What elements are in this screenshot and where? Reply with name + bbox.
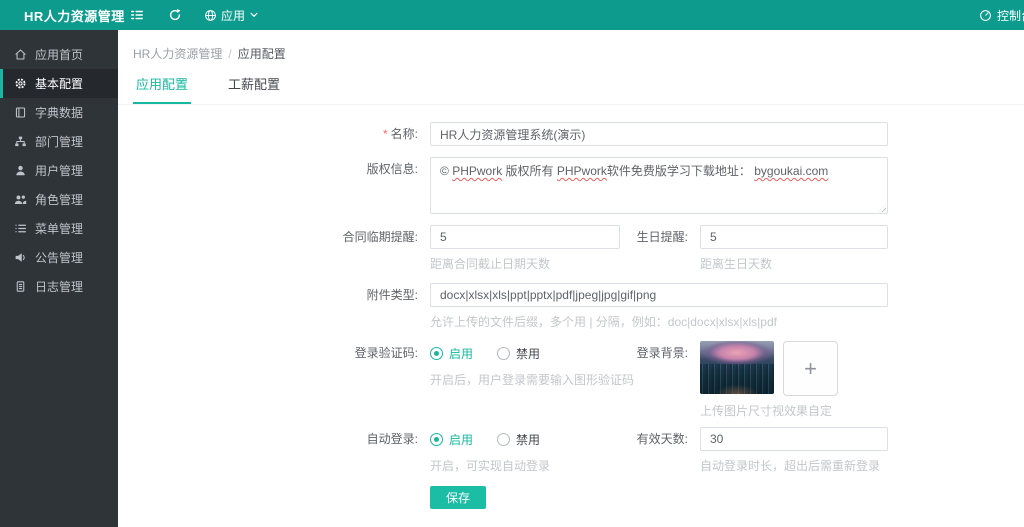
top-bar: HR人力资源管理 应用 控制台 xyxy=(0,0,1024,30)
required-mark: * xyxy=(382,127,388,141)
sidebar: 应用首页 基本配置 字典数据 部门管理 用户管理 角色管理 菜单管理 公告管理 … xyxy=(0,30,118,527)
copyright-textarea[interactable]: © PHPwork 版权所有 PHPwork软件免费版学习下载地址： bygou… xyxy=(430,157,888,214)
radio-dot-icon xyxy=(430,432,443,446)
plus-icon: + xyxy=(804,355,817,381)
login-background-thumbnail[interactable] xyxy=(700,341,774,394)
copyright-text: © xyxy=(440,164,453,178)
name-field-label: * 名称: xyxy=(382,127,418,141)
chevron-down-icon xyxy=(249,10,259,20)
tab-salary-config[interactable]: 工薪配置 xyxy=(225,74,283,104)
birthday-reminder-input[interactable] xyxy=(700,225,888,249)
sidebar-item-label: 基本配置 xyxy=(35,77,84,91)
sidebar-item-label: 用户管理 xyxy=(35,164,84,178)
sidebar-item-app-home[interactable]: 应用首页 xyxy=(0,40,118,69)
sitemap-icon xyxy=(13,135,27,149)
auto-login-help: 开启，可实现自动登录 xyxy=(430,459,551,473)
sidebar-item-user-mgmt[interactable]: 用户管理 xyxy=(0,156,118,185)
login-captcha-help: 开启后，用户登录需要输入图形验证码 xyxy=(430,373,635,387)
copyright-text-misspelled: bygoukai.com xyxy=(754,164,829,178)
tab-bar: 应用配置 工薪配置 xyxy=(118,74,1024,105)
tab-app-config[interactable]: 应用配置 xyxy=(133,74,192,104)
copyright-text-misspelled: PHPwork xyxy=(452,164,503,178)
textarea-resize-handle[interactable] xyxy=(878,204,886,212)
birthday-reminder-label: 生日提醒: xyxy=(636,230,688,244)
refresh-button[interactable] xyxy=(156,0,194,30)
speaker-icon xyxy=(13,251,27,265)
valid-days-input[interactable] xyxy=(700,427,888,451)
contract-reminder-help: 距离合同截止日期天数 xyxy=(430,257,551,271)
valid-days-help: 自动登录时长，超出后需重新登录 xyxy=(700,459,881,473)
captcha-disable-radio[interactable]: 禁用 xyxy=(497,345,540,362)
sidebar-item-label: 应用首页 xyxy=(35,48,84,62)
globe-icon xyxy=(204,9,217,22)
console-label: 控制台 xyxy=(996,8,1024,23)
sidebar-item-label: 部门管理 xyxy=(35,135,84,149)
save-button[interactable]: 保存 xyxy=(430,486,486,509)
config-form: *名称: 版权信息: © PHPwork 版权所有 PHPwork软件免费版学习… xyxy=(118,122,1024,509)
app-menu-label: 应用 xyxy=(221,8,246,23)
upload-image-button[interactable]: + xyxy=(783,341,838,396)
sidebar-item-announcement-mgmt[interactable]: 公告管理 xyxy=(0,243,118,272)
auto-login-radio-group: 启用 禁用 xyxy=(430,427,620,451)
users-icon xyxy=(13,193,27,207)
sidebar-item-label: 日志管理 xyxy=(35,280,84,294)
sidebar-item-label: 菜单管理 xyxy=(35,222,84,236)
user-icon xyxy=(13,164,27,178)
copyright-field-label: 版权信息: xyxy=(366,162,418,176)
login-captcha-radio-group: 启用 禁用 xyxy=(430,341,620,365)
attachment-types-help: 允许上传的文件后缀，多个用 | 分隔，例如：doc|docx|xlsx|xls|… xyxy=(430,315,777,329)
autologin-enable-radio[interactable]: 启用 xyxy=(430,431,473,448)
sidebar-item-department-mgmt[interactable]: 部门管理 xyxy=(0,127,118,156)
home-icon xyxy=(13,48,27,62)
list-icon xyxy=(13,222,27,236)
refresh-icon xyxy=(168,8,182,22)
sidebar-item-dictionary-data[interactable]: 字典数据 xyxy=(0,98,118,127)
contract-reminder-label: 合同临期提醒: xyxy=(342,230,418,244)
gear-icon xyxy=(13,77,27,91)
contract-reminder-input[interactable] xyxy=(430,225,620,249)
attachment-types-input[interactable] xyxy=(430,283,888,307)
autologin-disable-radio[interactable]: 禁用 xyxy=(497,431,540,448)
log-icon xyxy=(13,280,27,294)
breadcrumb-parent[interactable]: HR人力资源管理 xyxy=(133,47,222,61)
birthday-reminder-help: 距离生日天数 xyxy=(700,257,773,271)
radio-dot-icon xyxy=(430,346,443,360)
app-title: HR人力资源管理 xyxy=(24,8,125,24)
sidebar-item-label: 角色管理 xyxy=(35,193,84,207)
login-background-help: 上传图片尺寸视效果自定 xyxy=(700,404,833,418)
sidebar-item-label: 字典数据 xyxy=(35,106,84,120)
app-menu[interactable]: 应用 xyxy=(194,0,269,30)
breadcrumb: HR人力资源管理 / 应用配置 xyxy=(118,30,1024,62)
login-background-label: 登录背景: xyxy=(636,346,688,360)
book-icon xyxy=(13,106,27,120)
valid-days-label: 有效天数: xyxy=(636,432,688,446)
login-captcha-label: 登录验证码: xyxy=(354,346,418,360)
attachment-types-label: 附件类型: xyxy=(366,288,418,302)
sidebar-item-basic-config[interactable]: 基本配置 xyxy=(0,69,118,98)
console-link[interactable]: 控制台 xyxy=(979,7,1024,24)
auto-login-label: 自动登录: xyxy=(366,432,418,446)
name-input[interactable] xyxy=(430,122,888,146)
sidebar-item-menu-mgmt[interactable]: 菜单管理 xyxy=(0,214,118,243)
sidebar-item-role-mgmt[interactable]: 角色管理 xyxy=(0,185,118,214)
radio-dot-icon xyxy=(497,432,511,446)
radio-dot-icon xyxy=(497,346,511,360)
main-content: HR人力资源管理 / 应用配置 应用配置 工薪配置 *名称: 版权信息: © PHP… xyxy=(118,30,1024,527)
sidebar-collapse-button[interactable] xyxy=(118,0,156,30)
copyright-text: 版权所有 xyxy=(502,164,557,178)
sidebar-item-label: 公告管理 xyxy=(35,251,84,265)
captcha-enable-radio[interactable]: 启用 xyxy=(430,345,473,362)
copyright-text: 软件免费版学习下载地址： xyxy=(606,164,755,178)
copyright-text-misspelled: PHPwork xyxy=(556,164,607,178)
collapse-menu-icon xyxy=(130,8,144,22)
console-gauge-icon xyxy=(979,9,992,22)
breadcrumb-separator: / xyxy=(228,47,232,61)
breadcrumb-current: 应用配置 xyxy=(237,47,286,61)
sidebar-item-log-mgmt[interactable]: 日志管理 xyxy=(0,272,118,301)
